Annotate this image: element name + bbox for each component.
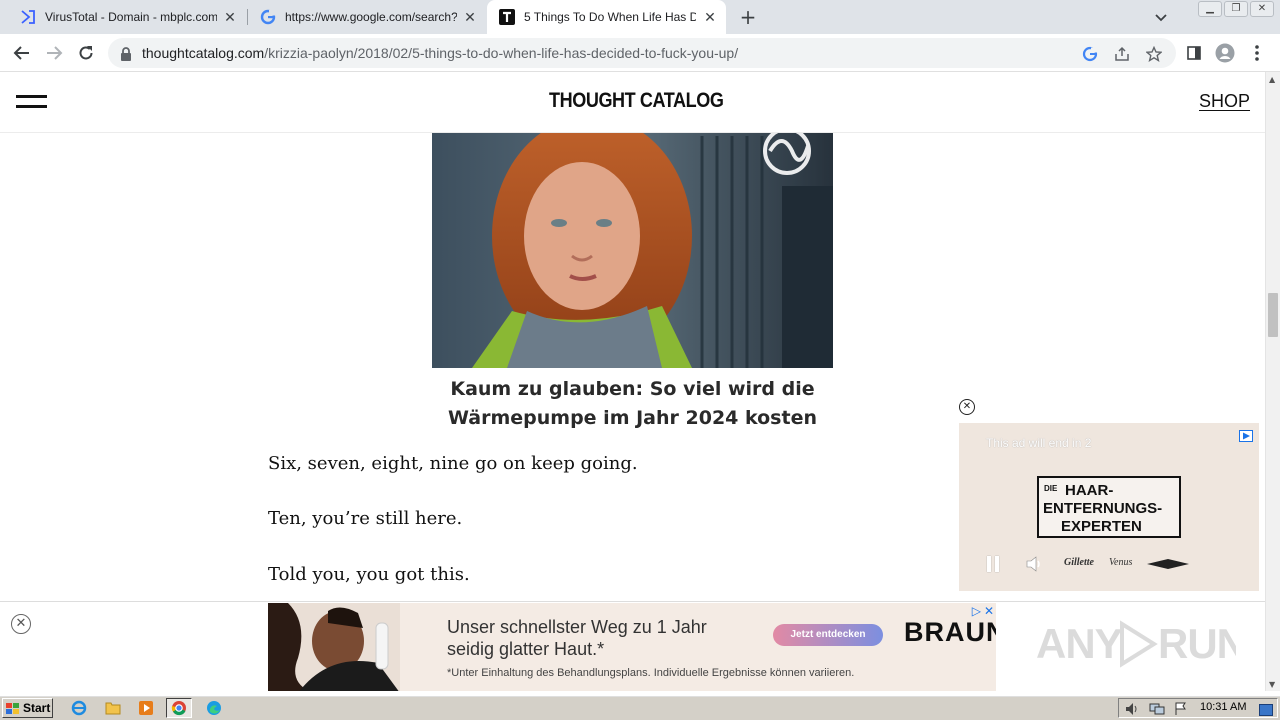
url-host: thoughtcatalog.com [142, 45, 265, 61]
logo-line: HAAR- [1065, 482, 1114, 499]
tab-virustotal[interactable]: VirusTotal - Domain - mbplc.com ✕ [8, 0, 246, 34]
braun-banner-ad[interactable]: Unser schnellster Weg zu 1 Jahr seidig g… [268, 603, 996, 691]
close-tab-icon[interactable]: ✕ [222, 9, 238, 25]
banner-cta-button[interactable]: Jetzt entdecken [773, 624, 883, 646]
sticky-ad-bar: ✕ Unser schnellster Weg zu 1 Jahr seidig… [0, 601, 1265, 691]
new-tab-icon[interactable]: + [737, 6, 759, 28]
tab-google-search[interactable]: https://www.google.com/search?q= ✕ [248, 0, 486, 34]
windows-logo-icon [6, 702, 20, 714]
svg-text:ANY: ANY [1036, 620, 1123, 667]
close-video-ad-icon[interactable]: ✕ [959, 399, 975, 415]
tab-thought-catalog[interactable]: 5 Things To Do When Life Has Decide ✕ [487, 0, 726, 34]
logo-line: ENTFERNUNGS- [1043, 500, 1163, 517]
adchoices-icon[interactable] [1239, 427, 1253, 442]
system-tray: 10:31 AM [1118, 698, 1278, 718]
volume-tray-icon[interactable] [1125, 701, 1141, 715]
windows-taskbar: Start 10:31 AM [0, 694, 1280, 720]
video-ad[interactable]: This ad will end in 2 DIE HAAR- ENTFERNU… [959, 423, 1259, 591]
volume-icon[interactable] [1025, 555, 1043, 573]
braun-logo: BRAUN [904, 617, 996, 647]
lock-icon[interactable] [120, 46, 132, 65]
pause-icon[interactable] [987, 556, 999, 572]
tab-title: 5 Things To Do When Life Has Decide [524, 10, 696, 24]
media-player-icon[interactable] [133, 698, 159, 718]
edge-icon[interactable] [201, 698, 227, 718]
web-page: THOUGHT CATALOG SHOP Kaum zu glauben: So… [0, 72, 1265, 691]
article-paragraph: Ten, you’re still here. [268, 508, 463, 529]
virustotal-icon [20, 9, 36, 25]
page-scrollbar[interactable]: ▲ ▼ [1265, 72, 1280, 691]
banner-headline-line: Unser schnellster Weg zu 1 Jahr [447, 617, 707, 637]
kebab-menu-icon[interactable] [1246, 42, 1268, 64]
flag-tray-icon[interactable] [1173, 701, 1189, 715]
banner-headline-line: seidig glatter Haut.* [447, 639, 605, 659]
reload-icon[interactable] [74, 41, 98, 65]
start-button[interactable]: Start [2, 698, 53, 718]
window-controls: ▁ ❐ ✕ [1198, 1, 1274, 17]
address-bar[interactable]: thoughtcatalog.com/krizzia-paolyn/2018/0… [108, 38, 1176, 68]
ad-timer-text: This ad will end in 2 [986, 436, 1092, 450]
gillette-brand: Gillette [1064, 557, 1094, 568]
tab-title: https://www.google.com/search?q= [285, 10, 457, 24]
brand-emblem-icon [1147, 559, 1189, 569]
shop-link[interactable]: SHOP [1199, 91, 1250, 112]
close-banner-icon[interactable]: ✕ [11, 614, 31, 634]
ad-photo-woman[interactable] [432, 106, 833, 368]
side-panel-icon[interactable] [1183, 42, 1205, 64]
hamburger-menu-icon[interactable] [16, 95, 47, 109]
chevron-down-icon[interactable] [1151, 7, 1171, 27]
article-paragraph: Told you, you got this. [268, 564, 470, 585]
ad-caption-line: Wärmepumpe im Jahr 2024 kosten [448, 407, 817, 429]
haar-experten-logo: DIE HAAR- ENTFERNUNGS- EXPERTEN [1037, 476, 1181, 538]
chrome-taskbar-icon[interactable] [166, 698, 192, 718]
file-explorer-icon[interactable] [100, 698, 126, 718]
adchoices-icon[interactable]: ▷ [972, 604, 981, 618]
close-ad-icon[interactable]: ✕ [984, 604, 994, 618]
url-path: /krizzia-paolyn/2018/02/5-things-to-do-w… [264, 45, 739, 61]
close-window-icon[interactable]: ✕ [1250, 1, 1274, 17]
tab-title: VirusTotal - Domain - mbplc.com [45, 10, 217, 24]
scroll-down-icon[interactable]: ▼ [1269, 680, 1275, 689]
close-tab-icon[interactable]: ✕ [702, 9, 718, 25]
banner-ad-controls: ▷ ✕ [972, 604, 994, 618]
url-text: thoughtcatalog.com/krizzia-paolyn/2018/0… [142, 45, 738, 61]
anyrun-watermark-logo: ANY RUN [1036, 614, 1247, 674]
profile-avatar-icon[interactable] [1214, 42, 1236, 64]
ad-caption[interactable]: Kaum zu glauben: So viel wird die Wärmep… [432, 375, 833, 433]
network-tray-icon[interactable] [1149, 701, 1165, 715]
share-icon[interactable] [1113, 45, 1131, 63]
back-arrow-icon[interactable] [10, 41, 34, 65]
logo-die-text: DIE [1044, 484, 1058, 493]
venus-brand: Venus [1109, 557, 1133, 568]
restore-icon[interactable]: ❐ [1224, 1, 1248, 17]
banner-headline: Unser schnellster Weg zu 1 Jahr seidig g… [447, 616, 707, 660]
ad-caption-line: Kaum zu glauben: So viel wird die [450, 378, 815, 400]
taskbar-clock[interactable]: 10:31 AM [1200, 701, 1246, 713]
thought-catalog-icon [499, 9, 515, 25]
internet-explorer-icon[interactable] [66, 698, 92, 718]
site-logo[interactable]: THOUGHT CATALOG [549, 89, 724, 113]
show-desktop-icon[interactable] [1259, 701, 1275, 716]
scroll-up-icon[interactable]: ▲ [1269, 75, 1275, 84]
banner-photo [268, 603, 400, 691]
svg-text:RUN: RUN [1158, 620, 1236, 667]
article-paragraph: Six, seven, eight, nine go on keep going… [268, 453, 638, 474]
google-translate-icon[interactable] [1081, 45, 1099, 63]
close-tab-icon[interactable]: ✕ [462, 9, 478, 25]
scrollbar-thumb[interactable] [1268, 293, 1278, 337]
browser-tabstrip: VirusTotal - Domain - mbplc.com ✕ https:… [0, 0, 1280, 34]
start-label: Start [23, 701, 51, 715]
banner-fineprint: *Unter Einhaltung des Behandlungsplans. … [447, 667, 855, 679]
site-header: THOUGHT CATALOG SHOP [0, 72, 1265, 133]
browser-toolbar: thoughtcatalog.com/krizzia-paolyn/2018/0… [0, 34, 1280, 72]
google-icon [260, 9, 276, 25]
minimize-icon[interactable]: ▁ [1198, 1, 1222, 17]
forward-arrow-icon[interactable] [42, 41, 66, 65]
logo-line: EXPERTEN [1061, 518, 1142, 535]
bookmark-star-icon[interactable] [1145, 45, 1163, 63]
